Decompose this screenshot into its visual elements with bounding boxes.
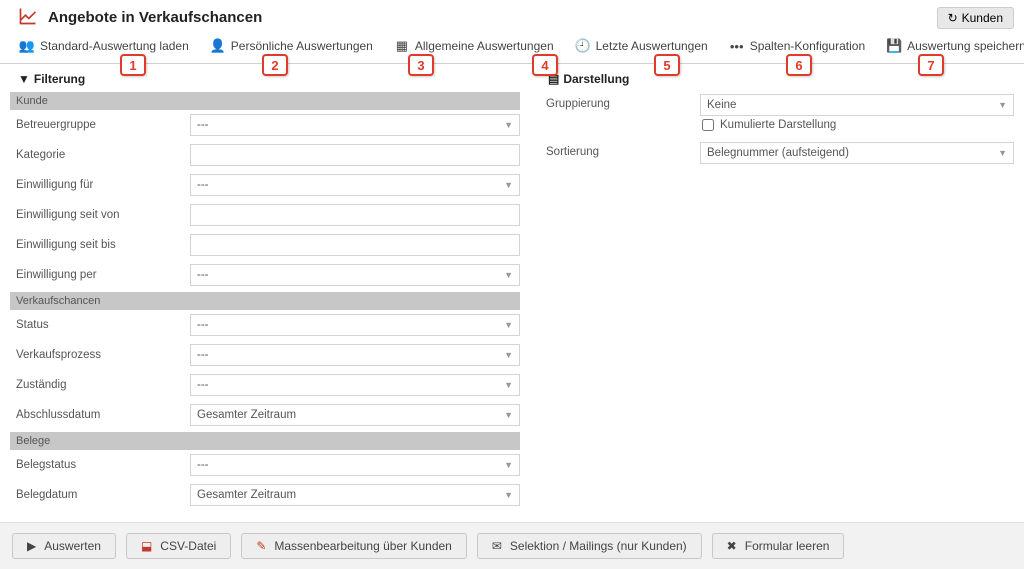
label-belegstatus: Belegstatus	[10, 459, 190, 471]
label-zustandig: Zuständig	[10, 379, 190, 391]
play-icon: ▶	[27, 539, 36, 553]
label-prozess: Verkaufsprozess	[10, 349, 190, 361]
btn-massen[interactable]: ✎Massenbearbeitung über Kunden	[241, 533, 467, 559]
mail-icon: ✉	[492, 539, 502, 553]
clear-icon: ✖	[727, 539, 737, 553]
save-icon: 💾	[887, 38, 901, 54]
label-einw-seit-von: Einwilligung seit von	[10, 209, 190, 221]
label-kategorie: Kategorie	[10, 149, 190, 161]
select-abschluss[interactable]: Gesamter Zeitraum▼	[190, 404, 520, 426]
label-status: Status	[10, 319, 190, 331]
label-kumuliert: Kumulierte Darstellung	[720, 119, 836, 131]
kunden-refresh-button[interactable]: ↻ Kunden	[937, 7, 1014, 29]
toolbar-standard[interactable]: 👥 Standard-Auswertung laden	[20, 35, 189, 57]
select-sortierung[interactable]: Belegnummer (aufsteigend)▼	[700, 142, 1014, 164]
dots-icon: •••	[730, 39, 744, 54]
select-prozess[interactable]: ---▼	[190, 344, 520, 366]
grid-icon: ▦	[395, 38, 409, 54]
label-einw-per: Einwilligung per	[10, 269, 190, 281]
marker-5: 5	[654, 54, 680, 76]
select-belegdatum[interactable]: Gesamter Zeitraum▼	[190, 484, 520, 506]
btn-leeren[interactable]: ✖Formular leeren	[712, 533, 845, 559]
marker-4: 4	[532, 54, 558, 76]
select-gruppierung[interactable]: Keine▼	[700, 94, 1014, 116]
marker-7: 7	[918, 54, 944, 76]
marker-2: 2	[262, 54, 288, 76]
label-sortierung: Sortierung	[540, 142, 700, 158]
edit-icon: ✎	[256, 539, 266, 553]
toolbar: 👥 Standard-Auswertung laden 👤 Persönlich…	[0, 33, 1024, 64]
person-icon: 👤	[211, 38, 225, 54]
label-belegdatum: Belegdatum	[10, 489, 190, 501]
line-chart-icon	[18, 6, 38, 29]
toolbar-save-label: Auswertung speichern	[907, 39, 1024, 53]
label-betreuergruppe: Betreuergruppe	[10, 119, 190, 131]
toolbar-recent[interactable]: 🕘 Letzte Auswertungen	[576, 35, 708, 57]
group-kunde: Kunde	[10, 92, 520, 110]
users-icon: 👥	[20, 38, 34, 54]
checkbox-kumuliert[interactable]	[702, 119, 714, 131]
csv-icon: ⬓	[141, 539, 152, 553]
input-kategorie[interactable]: ▼	[190, 144, 520, 166]
btn-csv[interactable]: ⬓CSV-Datei	[126, 533, 231, 559]
page-title: Angebote in Verkaufschancen	[48, 9, 262, 26]
kunden-label: Kunden	[962, 11, 1003, 25]
marker-6: 6	[786, 54, 812, 76]
refresh-icon: ↻	[948, 11, 958, 25]
clock-icon: 🕘	[576, 38, 590, 54]
toolbar-standard-label: Standard-Auswertung laden	[40, 39, 189, 53]
group-belege: Belege	[10, 432, 520, 450]
select-einw-per[interactable]: ---▼	[190, 264, 520, 286]
label-abschluss: Abschlussdatum	[10, 409, 190, 421]
select-betreuergruppe[interactable]: ---▼	[190, 114, 520, 136]
toolbar-columns-label: Spalten-Konfiguration	[750, 39, 865, 53]
label-gruppierung: Gruppierung	[540, 94, 700, 110]
marker-1: 1	[120, 54, 146, 76]
select-zustandig[interactable]: ---▼	[190, 374, 520, 396]
select-einw-fuer[interactable]: ---▼	[190, 174, 520, 196]
toolbar-general-label: Allgemeine Auswertungen	[415, 39, 554, 53]
toolbar-recent-label: Letzte Auswertungen	[596, 39, 708, 53]
toolbar-save[interactable]: 💾 Auswertung speichern	[887, 35, 1024, 57]
btn-selektion[interactable]: ✉Selektion / Mailings (nur Kunden)	[477, 533, 702, 559]
group-verkaufschancen: Verkaufschancen	[10, 292, 520, 310]
select-status[interactable]: ---▼	[190, 314, 520, 336]
input-einw-seit-von[interactable]: ▼	[190, 204, 520, 226]
select-belegstatus[interactable]: ---▼	[190, 454, 520, 476]
marker-3: 3	[408, 54, 434, 76]
toolbar-personal[interactable]: 👤 Persönliche Auswertungen	[211, 35, 373, 57]
btn-auswerten[interactable]: ▶Auswerten	[12, 533, 116, 559]
filter-icon: ▼	[18, 72, 30, 86]
label-einw-fuer: Einwilligung für	[10, 179, 190, 191]
input-einw-seit-bis[interactable]: ▼	[190, 234, 520, 256]
label-einw-seit-bis: Einwilligung seit bis	[10, 239, 190, 251]
toolbar-personal-label: Persönliche Auswertungen	[231, 39, 373, 53]
bottom-action-bar: ▶Auswerten ⬓CSV-Datei ✎Massenbearbeitung…	[0, 522, 1024, 569]
